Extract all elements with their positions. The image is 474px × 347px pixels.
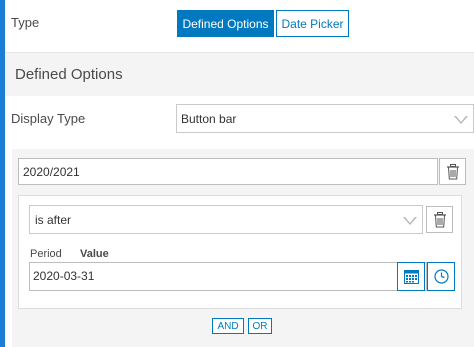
date-value: 2020-03-31 <box>33 269 95 283</box>
calendar-button[interactable] <box>397 262 425 291</box>
display-type-value: Button bar <box>181 112 237 126</box>
trash-icon <box>446 163 459 179</box>
clock-icon <box>433 269 449 284</box>
chevron-down-icon <box>403 217 417 225</box>
period-name-input[interactable] <box>18 158 438 185</box>
time-button[interactable] <box>427 262 455 291</box>
date-picker-button[interactable]: Date Picker <box>276 10 349 37</box>
calendar-icon <box>403 270 419 284</box>
display-type-label: Display Type <box>11 111 86 126</box>
chevron-down-icon <box>454 116 468 124</box>
section-title: Defined Options <box>15 66 123 83</box>
and-button[interactable]: AND <box>212 318 244 334</box>
operator-value: is after <box>35 213 72 227</box>
type-label: Type <box>11 15 40 30</box>
defined-options-button[interactable]: Defined Options <box>177 10 274 37</box>
delete-period-button[interactable] <box>439 158 466 185</box>
operator-select[interactable] <box>29 205 423 234</box>
trash-icon <box>433 211 446 227</box>
or-button[interactable]: OR <box>248 318 272 334</box>
value-label: Value <box>80 248 109 260</box>
period-label: Period <box>30 248 62 260</box>
delete-condition-button[interactable] <box>426 206 453 233</box>
period-name-value: 2020/2021 <box>23 165 80 179</box>
